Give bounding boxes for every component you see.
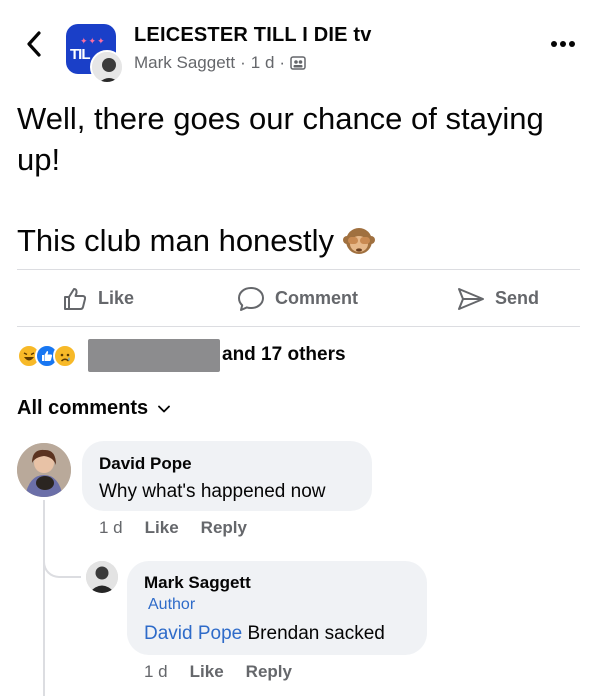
post-header: ✦✦✦ TIL LEICESTER TILL I DIE tv Mark Sag… [0, 0, 597, 90]
post-text-line-2-row: This club man honestly [17, 220, 376, 261]
chevron-left-icon [27, 31, 41, 57]
commenter-name[interactable]: David Pope [99, 454, 192, 474]
comment-button[interactable]: Comment [237, 271, 358, 326]
like-label: Like [98, 288, 135, 308]
reply-author-name[interactable]: Mark Saggett [144, 573, 251, 593]
divider-bottom [17, 326, 580, 327]
reply-like-button[interactable]: Like [190, 662, 224, 682]
reply-text: Brendan sacked [242, 623, 385, 644]
post-text-line-1: Well, there goes our chance of staying u… [17, 101, 544, 177]
chevron-down-icon [158, 405, 171, 412]
reply-time[interactable]: 1 d [144, 662, 168, 682]
group-name[interactable]: LEICESTER TILL I DIE tv [134, 24, 372, 47]
reply-meta: 1 d Like Reply [144, 662, 292, 682]
comment-like-button[interactable]: Like [145, 518, 179, 538]
thread-line [43, 500, 45, 696]
commenter-avatar[interactable] [17, 443, 71, 497]
comment-label: Comment [275, 288, 359, 308]
send-arrow-icon [458, 287, 484, 310]
meta-separator: · [279, 53, 286, 72]
ellipsis-icon [551, 41, 575, 47]
comment-bubble-icon [238, 286, 264, 311]
thumbs-up-icon [64, 287, 87, 310]
reply-author-avatar[interactable] [86, 561, 118, 593]
author-avatar[interactable] [90, 50, 124, 84]
like-button[interactable]: Like [62, 271, 134, 326]
send-button[interactable]: Send [457, 271, 539, 326]
sad-reaction-icon [53, 344, 77, 368]
back-button[interactable] [16, 26, 52, 62]
author-name[interactable]: Mark Saggett [134, 53, 235, 73]
thread-connector [43, 540, 81, 578]
see-no-evil-monkey-icon [343, 227, 376, 254]
comment-time[interactable]: 1 d [99, 518, 123, 538]
reaction-count-text[interactable]: and 17 others [222, 344, 346, 366]
post-meta: Mark Saggett · 1 d · [134, 53, 306, 73]
divider-top [17, 269, 580, 270]
reactions-summary[interactable] [17, 340, 77, 372]
mention-link[interactable]: David Pope [144, 623, 242, 644]
comments-filter-dropdown[interactable]: All comments [17, 397, 171, 420]
author-badge: Author [148, 596, 196, 613]
comment-reply-button[interactable]: Reply [201, 518, 247, 538]
post-time[interactable]: 1 d [251, 53, 275, 73]
post-actions-bar: Like Comment Send [17, 271, 580, 326]
send-label: Send [495, 288, 540, 308]
group-avatar-logo-text: TIL [70, 46, 90, 63]
more-options-button[interactable] [543, 30, 583, 58]
group-privacy-icon [290, 56, 306, 70]
post-text-line-2: This club man honestly [17, 223, 335, 258]
redacted-names-block [88, 339, 220, 372]
reply-reply-button[interactable]: Reply [246, 662, 292, 682]
comments-filter-label: All comments [17, 397, 149, 419]
meta-separator: · [240, 53, 246, 72]
comment-meta: 1 d Like Reply [99, 518, 247, 538]
comment-text: Why what's happened now [99, 481, 326, 502]
reply-text-row: David Pope Brendan sacked [144, 623, 385, 645]
